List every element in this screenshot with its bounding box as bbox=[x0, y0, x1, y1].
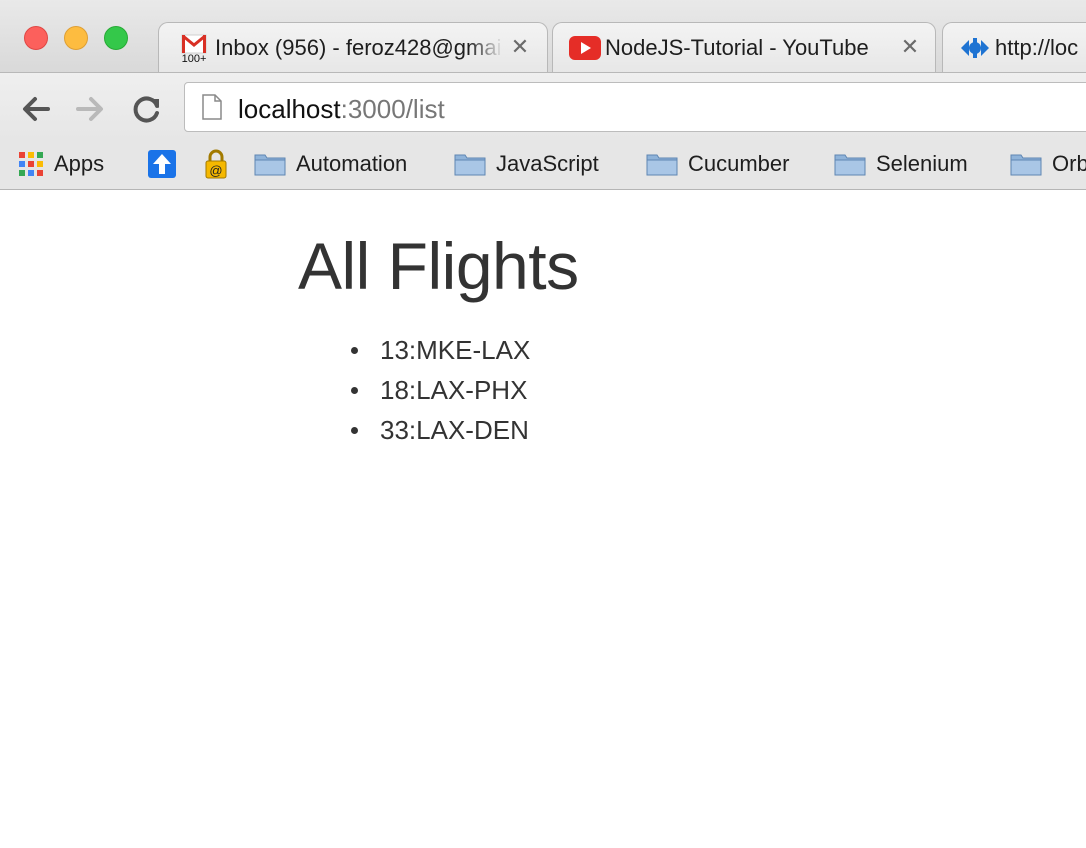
upload-arrow-icon bbox=[148, 150, 176, 178]
page-icon bbox=[202, 94, 222, 120]
page-content: All Flights 13:MKE-LAX 18:LAX-PHX 33:LAX… bbox=[0, 190, 1086, 848]
address-bar[interactable]: localhost:3000/list bbox=[184, 82, 1086, 132]
flight-list: 13:MKE-LAX 18:LAX-PHX 33:LAX-DEN bbox=[350, 330, 530, 450]
page-title: All Flights bbox=[298, 229, 579, 303]
bookmark-label: Automation bbox=[296, 151, 408, 176]
tab-title: http://loc bbox=[995, 35, 1079, 60]
folder-icon bbox=[646, 154, 678, 176]
bookmark-label: Apps bbox=[54, 151, 105, 176]
bookmarks-bar: Apps @ Automation JavaScript Cucumber Se… bbox=[0, 140, 1086, 190]
tab-localhost[interactable]: http://loc bbox=[942, 22, 1086, 72]
list-item: 33:LAX-DEN bbox=[350, 410, 530, 450]
bookmark-label: Cucumber bbox=[688, 151, 790, 176]
folder-icon bbox=[834, 154, 866, 176]
bookmark-folder-cucumber[interactable]: Cucumber bbox=[646, 148, 789, 180]
folder-icon bbox=[254, 154, 286, 176]
browser-toolbar: localhost:3000/list bbox=[0, 72, 1086, 141]
forward-arrow-icon[interactable] bbox=[74, 92, 108, 126]
tab-strip: 100+ Inbox (956) - feroz428@gmail.com ✕ … bbox=[0, 0, 1086, 72]
url-host: localhost bbox=[238, 94, 341, 124]
reload-icon[interactable] bbox=[130, 92, 164, 126]
tab-close-icon[interactable]: ✕ bbox=[899, 36, 921, 58]
bookmark-upload[interactable] bbox=[148, 148, 176, 180]
svg-text:@: @ bbox=[209, 163, 222, 178]
bookmark-label: Orb bbox=[1052, 151, 1086, 176]
tab-title: Inbox (956) - feroz428@gmail.com bbox=[215, 35, 503, 60]
bookmark-folder-javascript[interactable]: JavaScript bbox=[454, 148, 599, 180]
folder-icon bbox=[1010, 154, 1042, 176]
url-text: localhost:3000/list bbox=[238, 94, 445, 125]
apps-grid-icon bbox=[19, 152, 43, 176]
tab-close-icon[interactable]: ✕ bbox=[509, 36, 531, 58]
tab-gmail[interactable]: 100+ Inbox (956) - feroz428@gmail.com ✕ bbox=[158, 22, 548, 72]
back-arrow-icon[interactable] bbox=[18, 92, 52, 126]
list-item: 18:LAX-PHX bbox=[350, 370, 530, 410]
gmail-badge: 100+ bbox=[182, 53, 207, 63]
tab-youtube[interactable]: NodeJS-Tutorial - YouTube ✕ bbox=[552, 22, 936, 72]
devtools-icon bbox=[961, 38, 989, 58]
bookmark-folder-orb[interactable]: Orb bbox=[1010, 148, 1086, 180]
folder-icon bbox=[454, 154, 486, 176]
bookmark-label: JavaScript bbox=[496, 151, 599, 176]
bookmark-label: Selenium bbox=[876, 151, 968, 176]
bookmark-folder-automation[interactable]: Automation bbox=[254, 148, 407, 180]
youtube-icon bbox=[569, 36, 601, 60]
bookmark-lock[interactable]: @ bbox=[204, 148, 228, 180]
list-item: 13:MKE-LAX bbox=[350, 330, 530, 370]
bookmark-apps[interactable]: Apps bbox=[18, 148, 104, 180]
window-close-button[interactable] bbox=[24, 26, 48, 50]
url-path: :3000/list bbox=[340, 94, 445, 124]
window-maximize-button[interactable] bbox=[104, 26, 128, 50]
gmail-icon: 100+ bbox=[181, 34, 207, 63]
lock-icon: @ bbox=[205, 149, 227, 179]
bookmark-folder-selenium[interactable]: Selenium bbox=[834, 148, 968, 180]
tab-title: NodeJS-Tutorial - YouTube bbox=[605, 35, 869, 60]
window-minimize-button[interactable] bbox=[64, 26, 88, 50]
